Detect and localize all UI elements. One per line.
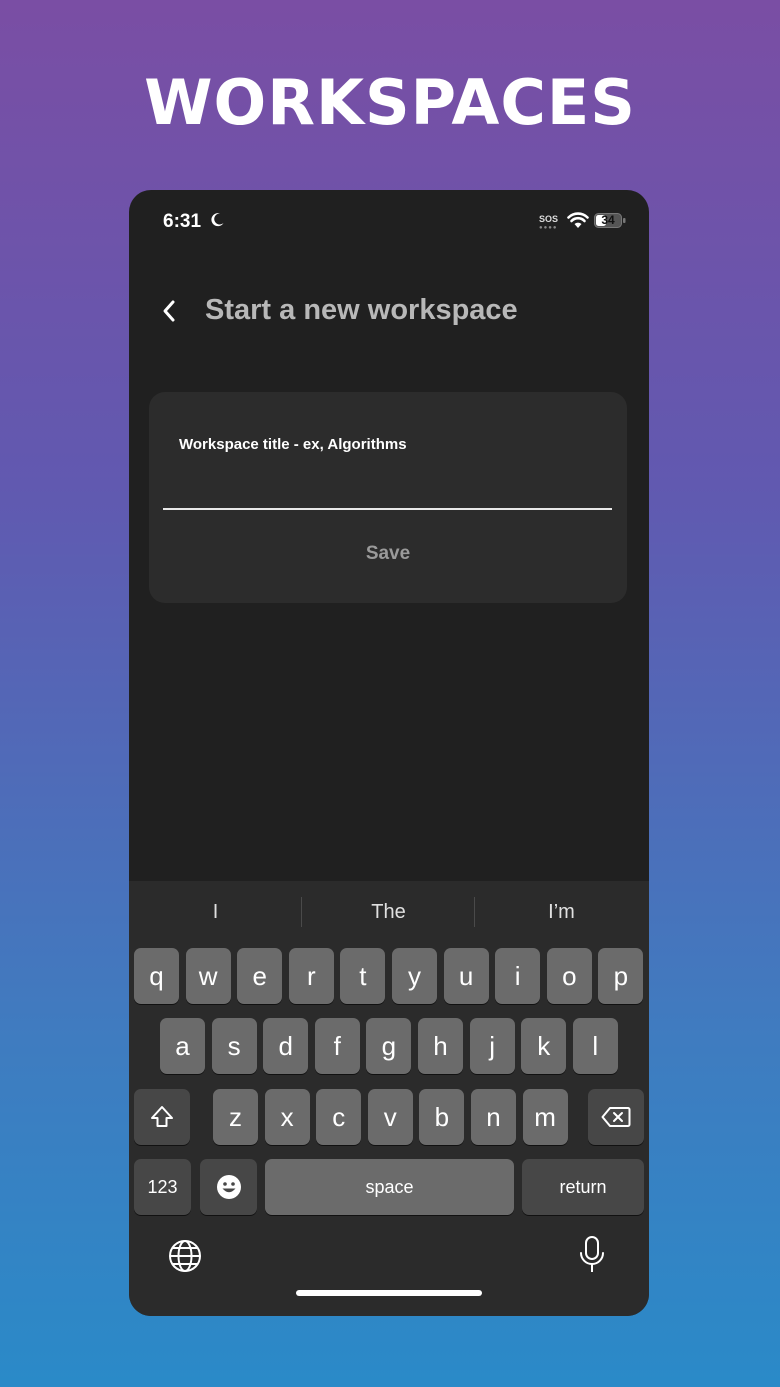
status-bar: 6:31 SOS ●●●● 34 [129,190,649,250]
nav-bar: Start a new workspace [129,290,649,340]
back-chevron-icon[interactable] [159,298,179,324]
promo-title: WORKSPACES [144,66,636,139]
sos-label: SOS [539,214,559,224]
home-indicator [296,1290,482,1296]
key-h[interactable]: h [418,1018,463,1074]
key-c[interactable]: c [316,1089,362,1145]
shift-icon [151,1106,173,1127]
save-button[interactable]: Save [149,542,627,566]
moon-icon [211,213,224,227]
page-title: Start a new workspace [205,294,518,326]
battery-level: 34 [601,213,615,227]
delete-key[interactable] [588,1089,644,1145]
key-p[interactable]: p [598,948,644,1004]
workspace-title-input[interactable] [163,468,612,510]
globe-icon[interactable] [167,1238,203,1274]
space-key[interactable]: space [265,1159,514,1215]
key-s[interactable]: s [211,1018,257,1074]
key-v[interactable]: v [367,1089,413,1145]
numbers-key[interactable]: 123 [134,1159,191,1215]
key-m[interactable]: m [522,1089,568,1145]
shift-key[interactable] [134,1089,190,1145]
key-g[interactable]: g [366,1018,412,1074]
battery-icon: 34 [594,213,626,228]
key-q[interactable]: q [134,948,179,1004]
key-x[interactable]: x [264,1089,310,1145]
key-u[interactable]: u [443,948,489,1004]
workspace-form-card: Workspace title - ex, Algorithms Save [149,392,627,603]
status-time: 6:31 [163,211,202,232]
emoji-key[interactable] [200,1159,257,1215]
key-e[interactable]: e [237,948,283,1004]
key-b[interactable]: b [419,1089,465,1145]
workspace-title-label: Workspace title - ex, Algorithms [179,436,407,453]
signal-dots-icon: ●●●● [539,225,558,231]
key-t[interactable]: t [340,948,386,1004]
key-o[interactable]: o [546,948,592,1004]
suggestion-1[interactable]: I [129,901,302,924]
key-d[interactable]: d [263,1018,309,1074]
key-i[interactable]: i [495,948,541,1004]
key-k[interactable]: k [521,1018,567,1074]
key-a[interactable]: a [160,1018,205,1074]
delete-icon [601,1107,631,1127]
suggestion-3[interactable]: I’m [475,901,648,924]
phone-screen: 6:31 SOS ●●●● 34 Start a new workspace W… [129,190,649,1316]
key-r[interactable]: r [288,948,334,1004]
suggestion-2[interactable]: The [302,901,475,924]
key-w[interactable]: w [185,948,231,1004]
key-j[interactable]: j [469,1018,515,1074]
key-y[interactable]: y [392,948,437,1004]
keyboard: I The I’m qwertyuiop asdfghjkl zxcvbnm 123 [129,881,649,1316]
key-z[interactable]: z [213,1089,258,1145]
suggestion-bar: I The I’m [129,881,649,943]
key-l[interactable]: l [572,1018,618,1074]
key-n[interactable]: n [471,1089,516,1145]
key-f[interactable]: f [314,1018,360,1074]
mic-icon[interactable] [577,1235,607,1275]
return-key[interactable]: return [522,1159,644,1215]
wifi-icon [567,212,589,228]
emoji-icon [216,1175,241,1199]
